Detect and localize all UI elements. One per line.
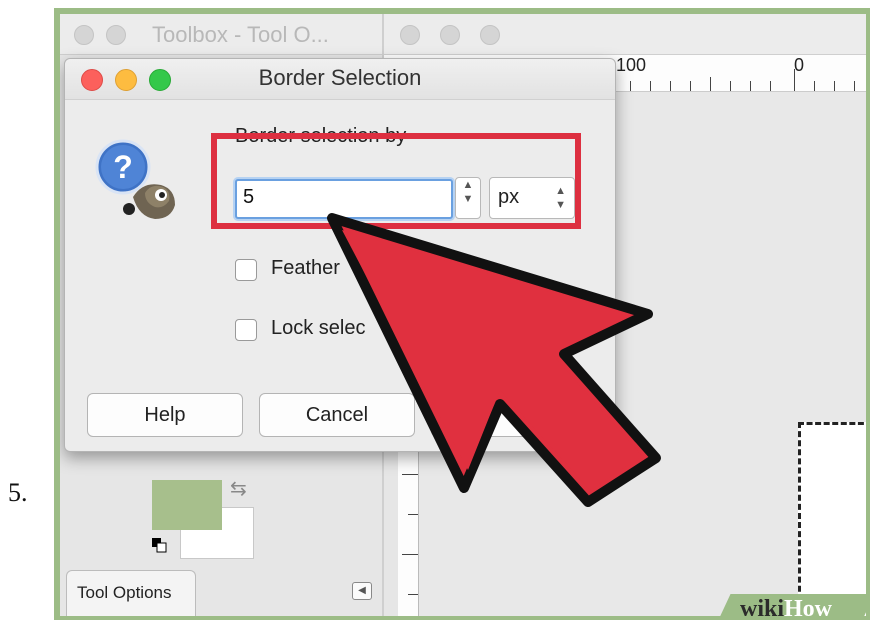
step-number: 5. [8,478,28,507]
wikihow-watermark-part2: How [784,596,833,616]
screenshot: Toolbox - Tool O... -100 0 ⇆ Tool Option… [60,14,866,616]
wikihow-watermark-part1: wiki [740,596,785,616]
wikihow-watermark: wikiHow [740,596,832,616]
pointer-arrow-icon [327,213,661,507]
